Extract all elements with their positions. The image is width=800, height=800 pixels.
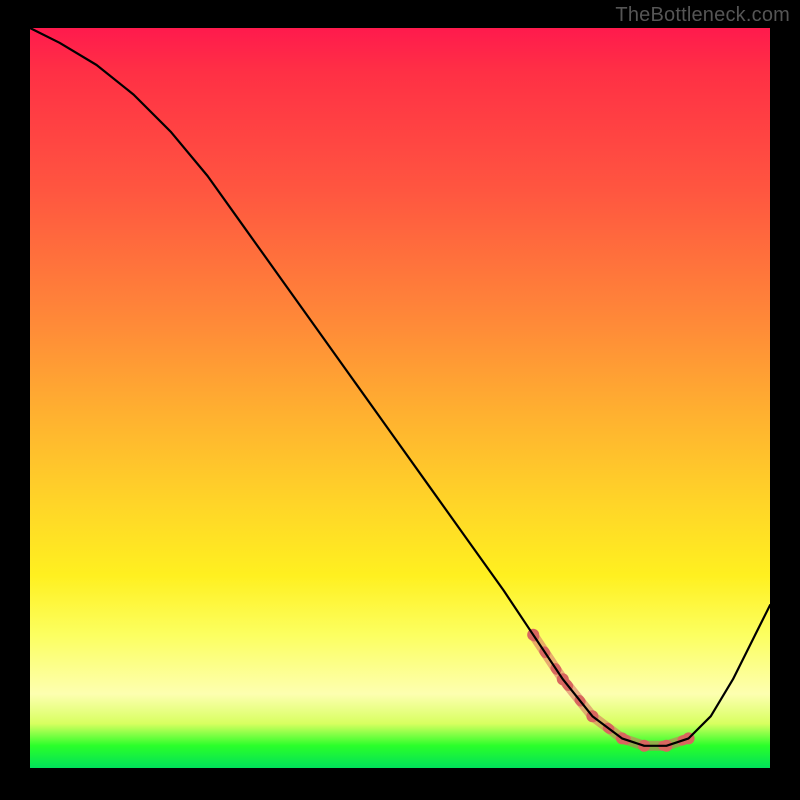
- bottleneck-curve: [30, 28, 770, 746]
- plot-area: [30, 28, 770, 768]
- optimal-zone-emphasis: [527, 629, 694, 752]
- chart-stage: TheBottleneck.com: [0, 0, 800, 800]
- curve-svg: [30, 28, 770, 768]
- watermark-text: TheBottleneck.com: [615, 4, 790, 27]
